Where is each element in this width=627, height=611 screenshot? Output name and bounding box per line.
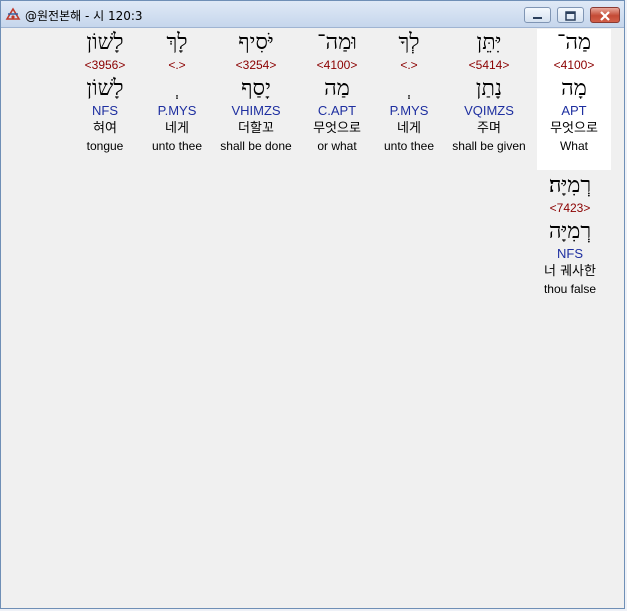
korean-gloss: 너 궤사한 bbox=[544, 264, 596, 279]
hebrew-lemma: יָסַף bbox=[241, 76, 271, 101]
hebrew-word: יִּתֵּן bbox=[476, 30, 502, 55]
title-bar[interactable]: @원전본해 - 시 120:3 bbox=[1, 1, 624, 28]
hebrew-lemma: מַה bbox=[324, 76, 350, 101]
strong-number[interactable]: <7423> bbox=[532, 200, 608, 216]
strong-number[interactable]: <4100> bbox=[537, 57, 611, 73]
strong-number[interactable]: <5414> bbox=[446, 57, 532, 73]
word-cell[interactable]: מַה־ <4100> מָה APT 무엇으로 What bbox=[537, 29, 611, 170]
word-cell[interactable]: לָךְ <.> ְ P.MYS 네게 unto thee bbox=[144, 29, 210, 154]
parsing-code: C.APT bbox=[317, 103, 357, 118]
korean-gloss: 더할꼬 bbox=[238, 121, 274, 136]
strong-number[interactable]: <3956> bbox=[72, 57, 138, 73]
interlinear-panel: מַה־ <4100> מָה APT 무엇으로 What יִּתֵּן <5… bbox=[6, 29, 619, 606]
hebrew-lemma: נָתַן bbox=[475, 76, 503, 101]
korean-gloss: 무엇으로 bbox=[313, 121, 361, 136]
korean-gloss: 네게 bbox=[397, 121, 421, 136]
close-icon bbox=[600, 11, 610, 21]
word-cell[interactable]: לָשׁוֹן <3956> לָשׁוֹן NFS 혀여 tongue bbox=[72, 29, 138, 154]
word-cell[interactable]: יֹּסִיף <3254> יָסַף VHIMZS 더할꼬 shall be… bbox=[214, 29, 298, 154]
minimize-button[interactable] bbox=[524, 7, 551, 23]
parsing-code: VHIMZS bbox=[231, 103, 281, 118]
window-title: @원전본해 - 시 120:3 bbox=[25, 9, 143, 23]
parsing-code: NFS bbox=[92, 103, 118, 118]
hebrew-lemma: לָשׁוֹן bbox=[86, 76, 124, 101]
word-cell[interactable]: רְמִיָּה׃ <7423> רְמִיָּה NFS 너 궤사한 thou… bbox=[532, 172, 608, 297]
hebrew-word: לָךְ bbox=[166, 30, 188, 55]
strong-number[interactable]: <.> bbox=[376, 57, 442, 73]
hebrew-lemma: מָה bbox=[561, 76, 587, 101]
hebrew-word: יֹּסִיף bbox=[238, 30, 274, 55]
hebrew-lemma: ְ bbox=[376, 73, 442, 103]
hebrew-lemma: רְמִיָּה bbox=[548, 219, 592, 244]
restore-icon bbox=[565, 11, 576, 21]
strong-number[interactable]: <4100> bbox=[301, 57, 373, 73]
english-gloss: unto thee bbox=[151, 139, 203, 153]
hebrew-word: וּמַה־ bbox=[317, 30, 357, 55]
hebrew-word: לָשׁוֹן bbox=[86, 30, 124, 55]
english-gloss: shall be given bbox=[452, 139, 526, 153]
parsing-code: P.MYS bbox=[389, 103, 429, 118]
korean-gloss: 혀여 bbox=[93, 121, 117, 136]
hebrew-word: מַה־ bbox=[556, 30, 592, 55]
english-gloss: thou false bbox=[543, 282, 597, 296]
word-cell[interactable]: יִּתֵּן <5414> נָתַן VQIMZS 주며 shall be … bbox=[446, 29, 532, 154]
english-gloss: shall be done bbox=[220, 139, 292, 153]
parsing-code: VQIMZS bbox=[464, 103, 514, 118]
english-gloss: What bbox=[559, 139, 588, 153]
korean-gloss: 네게 bbox=[165, 121, 189, 136]
word-cell[interactable]: וּמַה־ <4100> מַה C.APT 무엇으로 or what bbox=[301, 29, 373, 154]
hebrew-word: לְךָ bbox=[398, 30, 420, 55]
close-button[interactable] bbox=[590, 7, 620, 23]
hebrew-word: רְמִיָּה׃ bbox=[548, 173, 592, 198]
english-gloss: or what bbox=[317, 139, 357, 153]
parsing-code: NFS bbox=[557, 246, 583, 261]
english-gloss: tongue bbox=[86, 139, 124, 153]
strong-number[interactable]: <3254> bbox=[214, 57, 298, 73]
korean-gloss: 무엇으로 bbox=[550, 121, 598, 136]
app-icon bbox=[5, 7, 21, 20]
minimize-icon bbox=[533, 17, 542, 19]
hebrew-lemma: ְ bbox=[144, 73, 210, 103]
word-cell[interactable]: לְךָ <.> ְ P.MYS 네게 unto thee bbox=[376, 29, 442, 154]
maximize-button[interactable] bbox=[557, 7, 584, 23]
korean-gloss: 주며 bbox=[477, 121, 501, 136]
strong-number[interactable]: <.> bbox=[144, 57, 210, 73]
parsing-code: APT bbox=[561, 103, 587, 118]
english-gloss: unto thee bbox=[383, 139, 435, 153]
app-window: @원전본해 - 시 120:3 מַה־ <4100> מָה APT 무엇으로… bbox=[0, 0, 625, 609]
parsing-code: P.MYS bbox=[157, 103, 197, 118]
